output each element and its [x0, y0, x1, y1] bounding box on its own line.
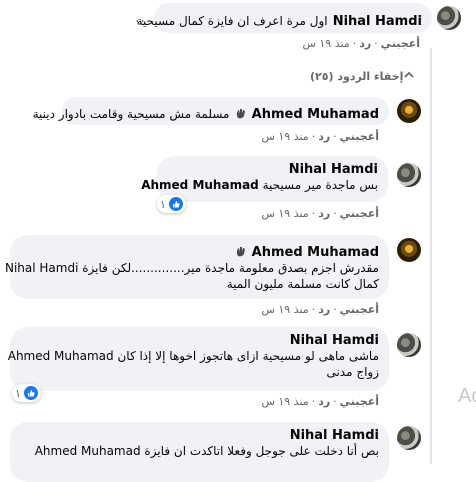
reply-text: بس ماجدة مير مسيحية: [262, 178, 378, 192]
comment-text: اول مرة اعرف ان فايزة كمال مسيحية: [136, 14, 328, 28]
reply-author[interactable]: Ahmed Muhamad: [252, 245, 379, 260]
reply-button[interactable]: رد: [318, 207, 330, 220]
reply-bubble: Ahmed Muhamad مقدرش اجزم بصدق معلومة ماج…: [5, 235, 389, 299]
timestamp[interactable]: منذ ١٩ س: [302, 37, 349, 50]
reply-text: مقدرش اجزم بصدق معلومة ماجدة مير........…: [82, 261, 379, 275]
avatar[interactable]: [397, 426, 421, 450]
mention-link[interactable]: Ahmed Muhamad: [141, 178, 259, 192]
reaction-count[interactable]: ١: [12, 384, 41, 402]
activate-windows-watermark: Ac: [458, 385, 476, 407]
reply-actions: أعجبني·رد·منذ ١٩ س: [261, 207, 379, 220]
reply-button[interactable]: رد: [318, 303, 330, 316]
reply-text: كمال كانت مسلمة مليون المية: [226, 277, 379, 291]
like-button[interactable]: أعجبني: [340, 303, 379, 316]
timestamp[interactable]: منذ ١٩ س: [261, 130, 308, 143]
like-button[interactable]: أعجبني: [340, 130, 379, 143]
reply-author[interactable]: Nihal Hamdi: [167, 162, 378, 177]
like-button[interactable]: أعجبني: [340, 395, 379, 408]
reply-author[interactable]: Nihal Hamdi: [20, 428, 379, 443]
fan-badge-icon: [236, 109, 245, 119]
reaction-number: ١: [160, 197, 166, 211]
reply-button[interactable]: رد: [318, 130, 330, 143]
timestamp[interactable]: منذ ١٩ س: [261, 395, 308, 408]
reply-text: ماشى ماهى لو مسيحية ازاى هاتجوز اخوها إل…: [117, 349, 379, 363]
reply-bubble: Nihal Hamdi بص أنا دخلت على جوجل وفعلا ا…: [10, 422, 389, 482]
reply-text: مسلمة مش مسيحية وقامت بادوار دينية: [32, 107, 230, 121]
reply-actions: أعجبني·رد·منذ ١٩ س: [261, 130, 379, 143]
like-button[interactable]: أعجبني: [381, 37, 420, 50]
mention-link[interactable]: Ahmed Muhamad: [8, 349, 114, 363]
reply-author[interactable]: Nihal Hamdi: [20, 333, 379, 348]
reaction-number: ١: [15, 386, 21, 400]
reply-actions: أعجبني·رد·منذ ١٩ س: [261, 395, 379, 408]
more-options-icon[interactable]: ...: [135, 10, 151, 26]
reply-button[interactable]: رد: [318, 395, 330, 408]
timestamp[interactable]: منذ ١٩ س: [261, 207, 308, 220]
avatar[interactable]: [397, 99, 421, 123]
avatar[interactable]: [397, 333, 421, 357]
reply-text: بص أنا دخلت على جوجل وفعلا اتاكدت ان فاي…: [144, 444, 379, 458]
comment-author[interactable]: Nihal Hamdi: [333, 14, 422, 29]
mention-link[interactable]: Ahmed Muhamad: [35, 444, 141, 458]
reply-bubble: Ahmed Muhamad مسلمة مش مسيحية وقامت بادو…: [33, 97, 389, 125]
avatar[interactable]: [437, 6, 461, 30]
thread-line: [430, 48, 432, 464]
fan-badge-icon: [236, 247, 245, 257]
like-reaction-icon: [168, 197, 183, 211]
hide-replies-button[interactable]: إخفاء الردود (٢٥): [310, 70, 403, 83]
like-reaction-icon: [23, 386, 38, 400]
reply-button[interactable]: رد: [359, 37, 371, 50]
reply-bubble: Nihal Hamdi بس ماجدة مير مسيحية Ahmed Mu…: [141, 156, 388, 202]
chevron-up-icon[interactable]: [404, 70, 414, 80]
reply-bubble: Nihal Hamdi ماشى ماهى لو مسيحية ازاى هات…: [8, 327, 389, 391]
mention-link[interactable]: Nihal Hamdi: [5, 261, 78, 275]
avatar[interactable]: [397, 238, 421, 262]
comment-actions: أعجبني·رد·منذ ١٩ س: [302, 37, 420, 50]
comment-bubble: Nihal Hamdi اول مرة اعرف ان فايزة كمال م…: [137, 3, 432, 33]
timestamp[interactable]: منذ ١٩ س: [261, 303, 308, 316]
like-button[interactable]: أعجبني: [340, 207, 379, 220]
reply-actions: أعجبني·رد·منذ ١٩ س: [261, 303, 379, 316]
reaction-count[interactable]: ١: [157, 195, 186, 213]
reply-text: زواج مدنى: [326, 365, 379, 379]
avatar[interactable]: [397, 163, 421, 187]
reply-author[interactable]: Ahmed Muhamad: [252, 107, 379, 122]
